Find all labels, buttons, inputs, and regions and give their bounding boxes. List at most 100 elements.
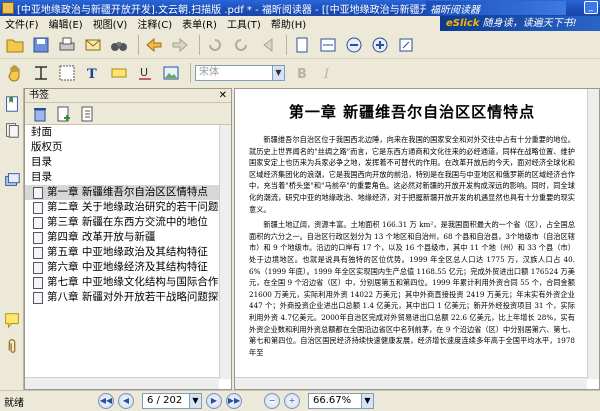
page-icon xyxy=(33,276,43,289)
layers-tab[interactable] xyxy=(2,170,22,190)
last-page-nav[interactable]: ▶▶ xyxy=(226,393,242,409)
typewriter-button[interactable]: T xyxy=(82,62,104,84)
zoom-out-button[interactable] xyxy=(343,34,365,56)
font-select-value: 宋体 xyxy=(199,67,219,78)
menu-help[interactable]: 帮助(H) xyxy=(266,16,311,31)
page-icon xyxy=(33,261,43,274)
bookmark-item[interactable]: 第七章 中亚地缘文化结构与国际合作 xyxy=(25,275,231,290)
menu-tools[interactable]: 工具(T) xyxy=(222,16,266,31)
menu-form[interactable]: 表单(R) xyxy=(177,16,222,31)
fit-width-button[interactable] xyxy=(317,34,339,56)
save-button[interactable] xyxy=(30,34,52,56)
delete-bookmark-icon[interactable] xyxy=(31,105,49,123)
zoom-in-button[interactable] xyxy=(369,34,391,56)
open-button[interactable] xyxy=(4,34,26,56)
print-icon xyxy=(59,37,75,50)
rotate-right-icon xyxy=(235,38,247,51)
bookmark-label: 第七章 中亚地缘文化结构与国际合作 xyxy=(47,276,219,288)
status-bar: 就绪 ◀◀ ◀ 6 / 202 ▼ ▶ ▶▶ − + 66.67% ▼ xyxy=(0,390,600,411)
hand-tool-button[interactable] xyxy=(4,62,26,84)
mail-icon xyxy=(85,39,101,50)
page-icon xyxy=(33,231,43,244)
attachments-tab[interactable] xyxy=(2,336,22,356)
bookmark-label: 第四章 改革开放与新疆 xyxy=(47,231,156,243)
bookmark-item[interactable]: 封面 xyxy=(25,125,231,140)
arrow-left-icon xyxy=(146,37,162,52)
svg-text:U: U xyxy=(140,66,148,79)
image-button[interactable] xyxy=(160,62,182,84)
chapter-heading: 第一章 新疆维吾尔自治区区情特点 xyxy=(288,103,536,121)
promo-banner[interactable]: eSlick 随身读，读遍天下书! xyxy=(440,16,600,31)
zoom-select[interactable]: 66.67% ▼ xyxy=(308,393,374,409)
italic-button[interactable]: I xyxy=(317,62,339,84)
snapshot-button[interactable] xyxy=(56,62,78,84)
title-bar: [中亚地缘政治与新疆开放开发].文云朝.扫描版 .pdf * - 福昕阅读器 -… xyxy=(0,0,600,16)
bookmark-item[interactable]: 第一章 新疆维吾尔自治区区情特点 xyxy=(25,185,231,200)
bookmark-item[interactable]: 第六章 中亚地缘经济及其结构特征 xyxy=(25,260,231,275)
comment-icon xyxy=(5,313,19,329)
underline-button[interactable]: U xyxy=(134,62,156,84)
menu-comment[interactable]: 注释(C) xyxy=(132,16,177,31)
bookmark-item[interactable]: 目录 xyxy=(25,170,231,185)
bookmark-list: 封面 版权页 目录 目录 第一章 新疆维吾尔自治区区情特点 第二章 关于地缘政治研究的若干… xyxy=(25,125,231,305)
close-icon[interactable]: ✕ xyxy=(219,89,231,102)
bookmark-vertical-scrollbar[interactable] xyxy=(219,125,231,379)
print-button[interactable] xyxy=(56,34,78,56)
text-select-icon xyxy=(35,66,47,80)
bookmark-item[interactable]: 第八章 新疆对外开放若干战略问题探讨 xyxy=(25,290,231,305)
document-vertical-scrollbar[interactable] xyxy=(587,89,599,379)
bookmarks-tab[interactable] xyxy=(2,94,22,114)
folder-open-icon xyxy=(6,39,24,52)
menu-file[interactable]: 文件(F) xyxy=(0,16,44,31)
bookmark-label: 封面 xyxy=(31,126,52,138)
menu-view[interactable]: 视图(V) xyxy=(88,16,133,31)
bookmark-item[interactable]: 第三章 新疆在东西方交流中的地位 xyxy=(25,215,231,230)
bookmark-item[interactable]: 第二章 关于地缘政治研究的若干问题 xyxy=(25,200,231,215)
zoom-out-nav[interactable]: − xyxy=(264,393,280,409)
expand-bookmark-icon[interactable] xyxy=(79,105,97,123)
bookmark-horizontal-scrollbar[interactable] xyxy=(25,377,219,389)
bookmark-item[interactable]: 版权页 xyxy=(25,140,231,155)
next-page-nav[interactable]: ▶ xyxy=(206,393,222,409)
bookmark-item[interactable]: 目录 xyxy=(25,155,231,170)
document-horizontal-scrollbar[interactable] xyxy=(235,377,587,389)
underline-icon: U xyxy=(139,66,151,80)
bookmark-label: 第五章 中亚地缘政治及其结构特征 xyxy=(47,246,208,258)
find-button[interactable] xyxy=(108,34,130,56)
highlight-button[interactable] xyxy=(108,62,130,84)
toolbar-separator xyxy=(138,34,139,55)
paragraph: 新疆维吾尔自治区位于我国西北边陲，向来在我国的国家安全和对外交往中占有十分重要的… xyxy=(249,135,575,214)
bookmark-label: 第三章 新疆在东西方交流中的地位 xyxy=(47,216,208,228)
select-text-button[interactable] xyxy=(30,62,52,84)
bookmark-label: 版权页 xyxy=(31,141,63,153)
zoom-in-nav[interactable]: + xyxy=(284,393,300,409)
document-view[interactable]: 第一章 新疆维吾尔自治区区情特点 新疆维吾尔自治区位于我国西北边陲，向来在我国的… xyxy=(234,88,600,390)
bookmark-item[interactable]: 第四章 改革开放与新疆 xyxy=(25,230,231,245)
rotate-left-button[interactable] xyxy=(204,34,226,56)
prev-page-nav[interactable]: ◀ xyxy=(118,393,134,409)
back-button[interactable] xyxy=(143,34,165,56)
bold-button[interactable]: B xyxy=(291,62,313,84)
svg-text:I: I xyxy=(323,67,330,82)
bold-icon: B xyxy=(297,67,307,82)
bookmark-label: 第二章 关于地缘政治研究的若干问题 xyxy=(47,201,219,213)
rotate-right-button[interactable] xyxy=(230,34,252,56)
fit-page-button[interactable] xyxy=(291,34,313,56)
forward-button[interactable] xyxy=(169,34,191,56)
add-bookmark-icon[interactable] xyxy=(55,105,73,123)
rotate-view-button[interactable] xyxy=(395,34,417,56)
bookmark-label: 第六章 中亚地缘经济及其结构特征 xyxy=(47,261,208,273)
page-icon xyxy=(33,246,43,259)
page-number-input[interactable]: 6 / 202 ▼ xyxy=(142,393,202,409)
menu-edit[interactable]: 编辑(E) xyxy=(44,16,88,31)
bookmark-item[interactable]: 第五章 中亚地缘政治及其结构特征 xyxy=(25,245,231,260)
email-button[interactable] xyxy=(82,34,104,56)
minimize-button[interactable]: _ xyxy=(584,1,598,14)
toolbar-separator xyxy=(190,63,191,83)
pages-tab[interactable] xyxy=(2,120,22,140)
first-page-nav[interactable]: ◀◀ xyxy=(98,393,114,409)
first-page-button[interactable] xyxy=(256,34,278,56)
comments-tab[interactable] xyxy=(2,310,22,330)
font-select[interactable]: 宋体 ▼ xyxy=(195,65,285,81)
typewriter-icon: T xyxy=(87,67,97,82)
